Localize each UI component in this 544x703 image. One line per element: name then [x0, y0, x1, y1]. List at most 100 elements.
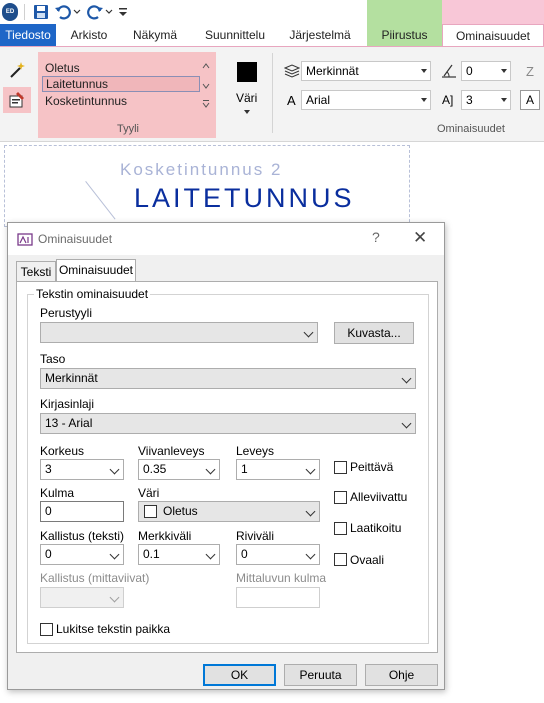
ribbon-separator [272, 53, 273, 133]
slant-dim-label: Kallistus (mittaviivat) [40, 571, 150, 585]
group-title: Tekstin ominaisuudet [34, 287, 151, 301]
char-spacing-combo[interactable]: 0.1 [138, 544, 220, 565]
dialog-title: Ominaisuudet [38, 232, 113, 246]
size-select[interactable]: 3 [461, 90, 511, 110]
angle-field-value: 0 [45, 504, 52, 518]
save-icon[interactable] [32, 3, 50, 21]
tab-text[interactable]: Teksti [16, 261, 56, 283]
color-swatch [237, 62, 257, 82]
style-item-device-id[interactable]: Laitetunnus [42, 76, 200, 92]
tab-view[interactable]: Näkymä [124, 24, 186, 46]
text-properties-group: Tekstin ominaisuudet Perustyyli Kuvasta.… [27, 287, 429, 644]
style-item-default[interactable]: Oletus [42, 60, 200, 76]
line-spacing-combo[interactable]: 0 [236, 544, 320, 565]
color-dropdown-icon [244, 110, 250, 114]
color-button[interactable]: Väri [226, 57, 262, 127]
angle-field[interactable]: 0 [40, 501, 124, 522]
properties-dialog: Ominaisuudet ? ✕ Teksti Ominaisuudet Tek… [7, 222, 445, 690]
line-spacing-value: 0 [241, 547, 248, 561]
tab-file[interactable]: Tiedosto [0, 24, 56, 46]
ribbon-tab-row: Tiedosto Arkisto Näkymä Suunnittelu Järj… [0, 24, 544, 47]
width-value: 1 [241, 462, 248, 476]
color-swatch-default [144, 505, 157, 518]
properties-tab-panel: Tekstin ominaisuudet Perustyyli Kuvasta.… [16, 281, 438, 653]
line-spacing-label: Riviväli [236, 529, 275, 543]
color-dropdown-value: Oletus [163, 504, 198, 518]
tab-properties[interactable]: Ominaisuudet [442, 24, 544, 47]
layer-select[interactable]: Merkinnät [301, 61, 431, 81]
boxed-label: Laatikoitu [350, 521, 402, 535]
layer-dropdown-value: Merkinnät [45, 371, 98, 385]
height-combo[interactable]: 3 [40, 459, 124, 480]
lock-position-label: Lukitse tekstin paikka [56, 622, 171, 636]
properties-tool-icon [9, 92, 24, 108]
style-list[interactable]: Oletus Laitetunnus Kosketintunnus [40, 58, 212, 112]
lock-position-checkbox[interactable] [40, 623, 53, 636]
angle-select-value: 0 [466, 64, 473, 78]
redo-icon[interactable] [86, 3, 104, 21]
width-label: Leveys [236, 444, 275, 458]
layers-icon [284, 64, 300, 78]
cover-label: Peittävä [350, 460, 394, 474]
ok-button[interactable]: OK [203, 664, 276, 686]
tab-system[interactable]: Järjestelmä [280, 24, 360, 46]
style-group-label: Tyyli [117, 123, 139, 135]
line-width-label: Viivanleveys [138, 444, 205, 458]
cover-checkbox[interactable] [334, 461, 347, 474]
dialog-app-icon [17, 233, 33, 246]
close-icon[interactable]: ✕ [413, 228, 427, 248]
base-style-label: Perustyyli [40, 306, 93, 320]
help-button[interactable]: Ohje [365, 664, 438, 686]
context-header-drawing [367, 0, 442, 24]
size-select-value: 3 [466, 93, 473, 107]
slant-text-label: Kallistus (teksti) [40, 529, 125, 543]
style-item-contact-id[interactable]: Kosketintunnus [42, 93, 200, 109]
underline-label: Alleviivattu [350, 490, 408, 504]
context-header-properties [442, 0, 544, 24]
tab-dialog-properties[interactable]: Ominaisuudet [56, 259, 136, 283]
style-list-scroll-buttons[interactable] [200, 58, 212, 112]
text-frame-icon[interactable]: A [520, 90, 540, 110]
dialog-title-bar[interactable]: Ominaisuudet ? ✕ [8, 223, 444, 255]
font-dropdown[interactable]: 13 - Arial [40, 413, 416, 434]
font-icon: A [287, 93, 296, 108]
magic-wand-icon[interactable] [8, 61, 26, 79]
line-width-combo[interactable]: 0.35 [138, 459, 220, 480]
boxed-checkbox[interactable] [334, 522, 347, 535]
properties-tool-button[interactable] [3, 87, 31, 113]
ribbon: Oletus Laitetunnus Kosketintunnus Tyyli … [0, 46, 544, 142]
base-style-select[interactable] [40, 322, 318, 343]
z-label: Z [526, 64, 534, 79]
customize-qat-icon[interactable] [118, 7, 128, 17]
oval-label: Ovaali [350, 553, 385, 567]
help-icon[interactable]: ? [372, 229, 380, 245]
layer-dropdown[interactable]: Merkinnät [40, 368, 416, 389]
tab-design[interactable]: Suunnittelu [196, 24, 274, 46]
dim-angle-label: Mittaluvun kulma [236, 571, 327, 585]
char-spacing-value: 0.1 [143, 547, 160, 561]
redo-dropdown-icon[interactable] [105, 9, 113, 15]
font-dropdown-value: 13 - Arial [45, 416, 93, 430]
layer-select-value: Merkinnät [306, 64, 359, 78]
tab-drawing[interactable]: Piirustus [367, 24, 442, 46]
device-id-text[interactable]: LAITETUNNUS [134, 183, 355, 214]
qat-separator [24, 4, 25, 20]
angle-select[interactable]: 0 [461, 61, 511, 81]
undo-dropdown-icon[interactable] [73, 9, 81, 15]
font-select-value: Arial [306, 93, 331, 107]
app-logo-icon: ED [2, 3, 18, 21]
undo-icon[interactable] [54, 3, 72, 21]
text-angle-icon [442, 64, 456, 78]
angle-label: Kulma [40, 486, 75, 500]
font-select[interactable]: Arial [301, 90, 431, 110]
contact-id-text[interactable]: Kosketintunnus 2 [120, 160, 282, 180]
oval-checkbox[interactable] [334, 553, 347, 566]
from-image-button[interactable]: Kuvasta... [334, 322, 414, 344]
cancel-button[interactable]: Peruuta [284, 664, 357, 686]
slant-text-combo[interactable]: 0 [40, 544, 124, 565]
width-combo[interactable]: 1 [236, 459, 320, 480]
line-width-value: 0.35 [143, 462, 167, 476]
underline-checkbox[interactable] [334, 491, 347, 504]
color-dropdown[interactable]: Oletus [138, 501, 320, 522]
tab-archive[interactable]: Arkisto [58, 24, 120, 46]
